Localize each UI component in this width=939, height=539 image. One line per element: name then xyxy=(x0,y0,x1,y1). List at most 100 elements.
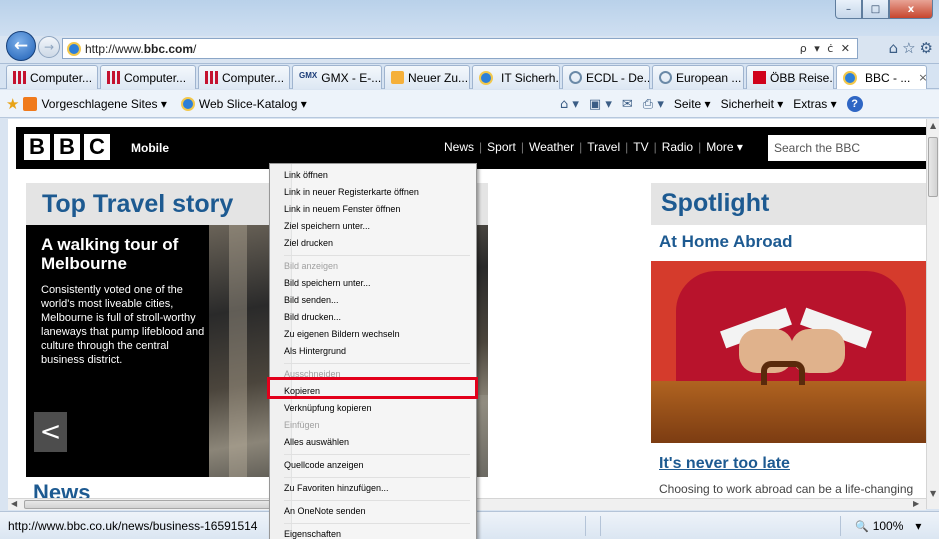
bbc-logo-b1[interactable]: B xyxy=(24,134,50,160)
browser-tab[interactable]: ÖBB Reise... xyxy=(746,65,834,89)
print-icon[interactable]: ⎙ ▾ xyxy=(643,97,664,112)
tab-label: IT Sicherh... xyxy=(501,70,560,85)
context-menu-item[interactable]: Alles auswählen xyxy=(284,437,349,447)
top-story-heading: Top Travel story xyxy=(42,190,234,218)
scroll-down-icon[interactable]: ▼ xyxy=(930,489,936,498)
context-menu-item[interactable]: Link in neuer Registerkarte öffnen xyxy=(284,187,419,197)
feeds-icon[interactable]: ▣ ▾ xyxy=(589,97,612,112)
home-icon[interactable]: ⌂ ▾ xyxy=(560,97,579,112)
context-menu-item[interactable]: Link öffnen xyxy=(284,170,328,180)
context-menu-item[interactable]: Bild drucken... xyxy=(284,312,341,322)
context-menu-item[interactable]: Quellcode anzeigen xyxy=(284,460,364,470)
vertical-scroll-thumb[interactable] xyxy=(928,137,938,197)
context-menu-item[interactable]: Verknüpfung kopieren xyxy=(284,403,372,413)
bbc-search-input[interactable]: Search the BBC xyxy=(768,135,926,161)
tab-label: ÖBB Reise... xyxy=(770,70,834,85)
ie-icon xyxy=(479,70,493,85)
suggested-sites-button[interactable]: Vorgeschlagene Sites ▾ xyxy=(41,97,166,111)
tab-label: ECDL - De... xyxy=(586,70,650,85)
zoom-control[interactable]: 🔍 100% ▾ xyxy=(855,519,921,533)
tab-label: GMX - E-... xyxy=(321,70,382,85)
safety-menu[interactable]: Sicherheit ▾ xyxy=(721,97,784,111)
browser-tab[interactable]: European ... xyxy=(652,65,744,89)
address-bar[interactable]: http://www.bbc.com/ ρ ▾ ċ ✕ xyxy=(62,38,858,59)
browser-tab[interactable]: Computer... xyxy=(198,65,290,89)
context-menu-item[interactable]: An OneNote senden xyxy=(284,506,366,516)
scroll-left-icon[interactable]: ◀ xyxy=(11,499,17,508)
browser-tab[interactable]: ECDL - De... xyxy=(562,65,650,89)
bbc-logo-c[interactable]: C xyxy=(84,134,110,160)
vertical-scrollbar[interactable]: ▲ ▼ xyxy=(926,119,939,509)
context-menu-item[interactable]: Zu Favoriten hinzufügen... xyxy=(284,483,389,493)
bbc-nav-item[interactable]: News xyxy=(444,140,474,154)
arrow-left-icon: ← xyxy=(13,36,29,56)
maximize-button[interactable]: □ xyxy=(862,0,889,19)
address-url[interactable]: http://www.bbc.com/ xyxy=(85,42,196,56)
context-menu-item: Bild anzeigen xyxy=(284,261,339,271)
bbc-nav-item[interactable]: Weather xyxy=(529,140,574,154)
bbc-nav-item[interactable]: Radio xyxy=(662,140,693,154)
back-button[interactable]: ← xyxy=(6,31,36,61)
favorites-bar: ★ Vorgeschlagene Sites ▾ Web Slice-Katal… xyxy=(0,90,939,118)
context-menu-item[interactable]: Link in neuem Fenster öffnen xyxy=(284,204,400,214)
menu-separator xyxy=(284,255,470,256)
favorites-star-icon[interactable]: ☆ xyxy=(902,39,915,57)
spotlight-link[interactable]: It's never too late xyxy=(659,455,790,473)
context-menu-item[interactable]: Ziel speichern unter... xyxy=(284,221,370,231)
spotlight-photo[interactable] xyxy=(651,261,926,443)
context-menu-item[interactable]: Bild speichern unter... xyxy=(284,278,371,288)
menu-separator xyxy=(284,477,470,478)
bbc-nav-item[interactable]: Travel xyxy=(587,140,620,154)
spotlight-subheading[interactable]: At Home Abroad xyxy=(659,232,793,252)
context-menu-item[interactable]: Als Hintergrund xyxy=(284,346,346,356)
bbc-nav-item[interactable]: TV xyxy=(633,140,648,154)
tab-label: Computer... xyxy=(222,70,285,85)
address-tools[interactable]: ρ ▾ ċ ✕ xyxy=(800,42,857,55)
browser-tab[interactable]: BBC - ... × xyxy=(836,65,927,89)
story-headline[interactable]: A walking tour of Melbourne xyxy=(41,235,206,273)
scroll-right-icon[interactable]: ▶ xyxy=(913,499,919,508)
help-icon[interactable]: ? xyxy=(846,96,863,112)
spotlight-heading-bar: Spotlight xyxy=(651,183,926,225)
context-menu-item[interactable]: Ziel drucken xyxy=(284,238,333,248)
menu-separator xyxy=(284,523,470,524)
minimize-button[interactable]: – xyxy=(835,0,862,19)
browser-tab[interactable]: GMX GMX - E-... xyxy=(292,65,382,89)
web-slice-button[interactable]: Web Slice-Katalog ▾ xyxy=(199,97,307,111)
bbc-logo-b2[interactable]: B xyxy=(54,134,80,160)
bbc-nav: News | Sport | Weather | Travel | TV | Radio | More … xyxy=(444,140,743,154)
nav-separator: | xyxy=(579,140,583,154)
favorites-star-icon[interactable]: ★ xyxy=(6,95,19,113)
story-summary: Consistently voted one of the world's mo… xyxy=(41,284,205,366)
browser-tab[interactable]: Computer... xyxy=(100,65,196,89)
bbc-mobile-link[interactable]: Mobile xyxy=(131,141,169,155)
zoom-dropdown[interactable]: ▾ xyxy=(915,519,921,533)
gear-icon[interactable]: ⚙ xyxy=(920,39,933,57)
web-slice-icon xyxy=(180,96,195,111)
extras-menu[interactable]: Extras ▾ xyxy=(793,97,836,111)
close-button[interactable]: x xyxy=(889,0,933,19)
context-menu-item[interactable]: Bild senden... xyxy=(284,295,339,305)
menu-separator xyxy=(284,363,470,364)
browser-tab[interactable]: IT Sicherh... xyxy=(472,65,560,89)
scroll-up-icon[interactable]: ▲ xyxy=(930,121,936,130)
browser-tab[interactable]: Computer... xyxy=(6,65,98,89)
zoom-level: 100% xyxy=(872,519,904,533)
bbc-nav-item[interactable]: More ▾ xyxy=(706,140,743,154)
forward-button[interactable]: → xyxy=(38,36,60,58)
leaf-icon xyxy=(391,71,404,84)
context-menu-item[interactable]: Eigenschaften xyxy=(284,529,341,539)
nav-separator: | xyxy=(625,140,629,154)
tab-label: Neuer Zu... xyxy=(408,70,469,85)
context-menu-item[interactable]: Zu eigenen Bildern wechseln xyxy=(284,329,400,339)
tab-label: Computer... xyxy=(124,70,187,85)
page-menu[interactable]: Seite ▾ xyxy=(674,97,711,111)
context-menu-item: Einfügen xyxy=(284,420,320,430)
bbc-nav-item[interactable]: Sport xyxy=(487,140,516,154)
story-prev-button[interactable]: < xyxy=(34,412,67,452)
home-icon[interactable]: ⌂ xyxy=(889,39,899,57)
tab-close-icon[interactable]: × xyxy=(918,71,926,84)
nav-separator: | xyxy=(698,140,702,154)
mail-icon[interactable]: ✉ xyxy=(622,97,633,112)
browser-tab[interactable]: Neuer Zu... xyxy=(384,65,470,89)
